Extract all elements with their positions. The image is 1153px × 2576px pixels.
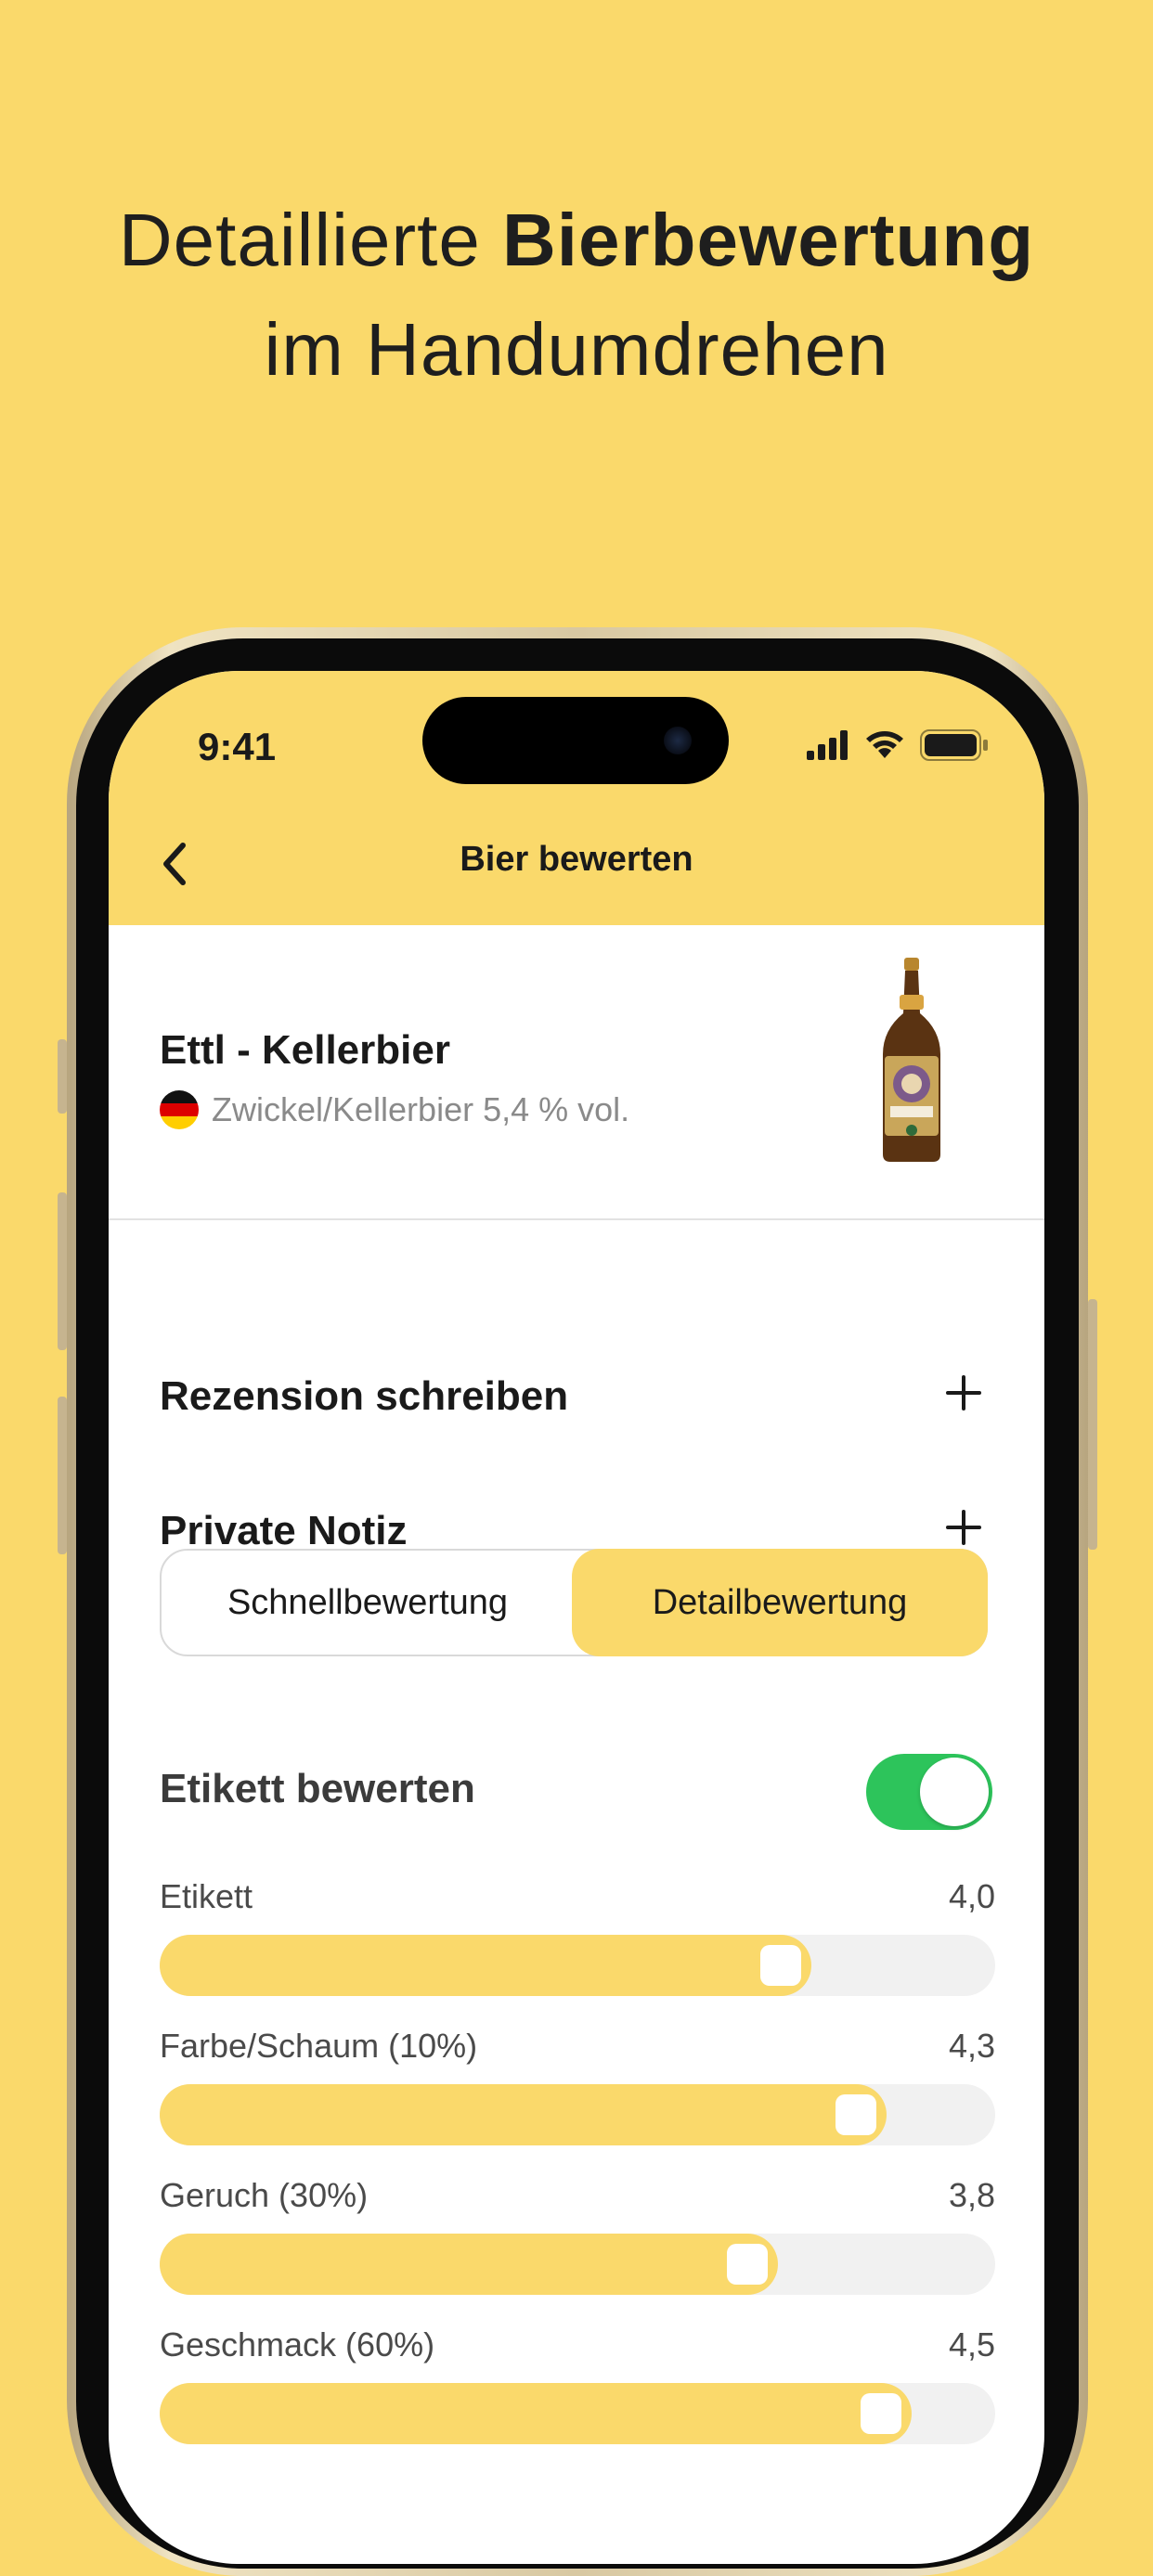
headline-bold: Bierbewertung: [502, 199, 1035, 281]
rating-slider-fill: [160, 2383, 912, 2444]
dynamic-island: [422, 697, 729, 784]
rating-slider-fill: [160, 1935, 811, 1996]
rating-slider-thumb[interactable]: [760, 1945, 801, 1986]
beer-card[interactable]: Ettl - Kellerbier Zwickel/Kellerbier 5,4…: [109, 925, 1044, 1220]
status-icons: [807, 727, 989, 764]
write-review-row[interactable]: Rezension schreiben: [160, 1373, 568, 1420]
volume-down-button: [58, 1397, 67, 1554]
rating-slider[interactable]: [160, 2383, 995, 2444]
rating-slider-thumb[interactable]: [727, 2244, 768, 2285]
rate-label-toggle[interactable]: [866, 1754, 992, 1830]
phone-screen: 9:41 Bier bewerten Ettl - Kellerbier Zwi…: [109, 671, 1044, 2564]
promo-headline: Detaillierte Bierbewertung im Handumdreh…: [0, 186, 1153, 405]
rating-slider[interactable]: [160, 1935, 995, 1996]
battery-icon: [920, 729, 988, 761]
rating-slider[interactable]: [160, 2234, 995, 2295]
headline-regular: Detaillierte: [118, 199, 503, 281]
plus-icon: [946, 1510, 981, 1545]
germany-flag-icon: [160, 1090, 199, 1129]
wifi-icon: [866, 731, 903, 758]
camera-icon: [664, 727, 692, 754]
beer-bottle-image: [883, 958, 940, 1162]
toggle-knob: [920, 1758, 989, 1826]
rating-row: Geruch (30%) 3,8: [160, 2176, 995, 2306]
plus-icon: [946, 1375, 981, 1410]
beer-name: Ettl - Kellerbier: [160, 1027, 450, 1073]
beer-meta-row: Zwickel/Kellerbier 5,4 % vol.: [160, 1090, 629, 1129]
rating-slider[interactable]: [160, 2084, 995, 2145]
tab-quick-rating[interactable]: Schnellbewertung: [162, 1551, 574, 1655]
beer-style: Zwickel/Kellerbier 5,4 % vol.: [212, 1090, 630, 1128]
rating-mode-segmented-control: Schnellbewertung Detailbewertung: [160, 1549, 988, 1656]
plus-icon[interactable]: [942, 1371, 985, 1423]
private-note-row[interactable]: Private Notiz: [160, 1508, 408, 1554]
rating-label: Geschmack (60%): [160, 2325, 435, 2363]
rating-slider-thumb[interactable]: [861, 2393, 901, 2434]
rating-slider-thumb[interactable]: [836, 2094, 876, 2135]
rating-value: 4,0: [948, 1877, 995, 1915]
status-time: 9:41: [198, 725, 277, 768]
tab-detail-rating[interactable]: Detailbewertung: [572, 1549, 988, 1656]
mute-switch: [58, 1039, 67, 1114]
rate-label-toggle-label: Etikett bewerten: [160, 1766, 475, 1811]
power-button: [1088, 1299, 1097, 1550]
rating-label: Geruch (30%): [160, 2176, 369, 2214]
signal-icon: [807, 730, 848, 760]
app-header: 9:41 Bier bewerten: [109, 671, 1044, 925]
page-title: Bier bewerten: [460, 840, 693, 879]
volume-up-button: [58, 1192, 67, 1350]
rating-row: Etikett 4,0: [160, 1877, 995, 2007]
rating-label: Farbe/Schaum (10%): [160, 2027, 478, 2065]
rating-slider-fill: [160, 2084, 887, 2145]
rating-slider-fill: [160, 2234, 778, 2295]
rating-label: Etikett: [160, 1877, 253, 1915]
rating-value: 3,8: [948, 2176, 995, 2214]
rating-row: Geschmack (60%) 4,5: [160, 2325, 995, 2455]
rating-value: 4,5: [948, 2325, 995, 2363]
rating-row: Farbe/Schaum (10%) 4,3: [160, 2027, 995, 2157]
rating-value: 4,3: [948, 2027, 995, 2065]
headline-line2: im Handumdrehen: [264, 308, 889, 391]
